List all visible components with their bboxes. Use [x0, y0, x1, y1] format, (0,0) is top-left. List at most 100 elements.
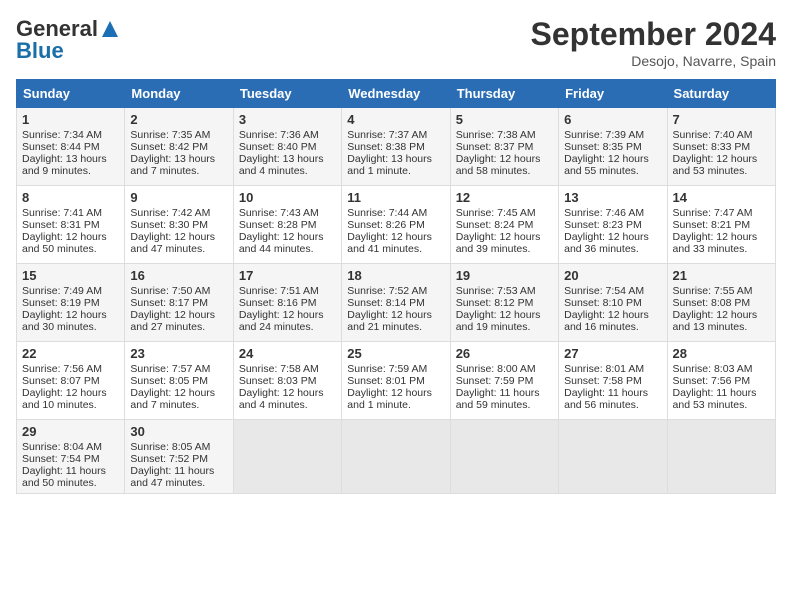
sunset-text: Sunset: 8:16 PM — [239, 297, 317, 309]
daylight-text: Daylight: 12 hours and 33 minutes. — [673, 231, 758, 255]
sunset-text: Sunset: 8:30 PM — [130, 219, 208, 231]
sunrise-text: Sunrise: 7:41 AM — [22, 207, 102, 219]
logo: General Blue — [16, 16, 120, 64]
day-number: 27 — [564, 346, 661, 361]
table-row: 2Sunrise: 7:35 AMSunset: 8:42 PMDaylight… — [125, 108, 233, 186]
table-row: 24 Sunrise: 7:58 AMSunset: 8:03 PMDayligh… — [233, 342, 341, 420]
col-tuesday: Tuesday — [233, 80, 341, 108]
day-number: 30 — [130, 424, 227, 439]
sunrise-text: Sunrise: 7:50 AM — [130, 285, 210, 297]
sunset-text: Sunset: 8:07 PM — [22, 375, 100, 387]
sunrise-text: Sunrise: 7:43 AM — [239, 207, 319, 219]
sunset-text: Sunset: 8:35 PM — [564, 141, 642, 153]
table-row — [559, 420, 667, 494]
daylight-text: Daylight: 13 hours and 1 minute. — [347, 153, 432, 177]
day-number: 1 — [22, 112, 119, 127]
sunset-text: Sunset: 8:23 PM — [564, 219, 642, 231]
day-number: 28 — [673, 346, 770, 361]
sunrise-text: Sunrise: 8:05 AM — [130, 441, 210, 453]
daylight-text: Daylight: 13 hours and 4 minutes. — [239, 153, 324, 177]
table-row: 14Sunrise: 7:47 AMSunset: 8:21 PMDayligh… — [667, 186, 775, 264]
day-number: 18 — [347, 268, 444, 283]
table-row: 30Sunrise: 8:05 AMSunset: 7:52 PMDayligh… — [125, 420, 233, 494]
daylight-text: Daylight: 12 hours and 21 minutes. — [347, 309, 432, 333]
sunrise-text: Sunrise: 7:59 AM — [347, 363, 427, 375]
day-number: 25 — [347, 346, 444, 361]
sunset-text: Sunset: 8:03 PM — [239, 375, 317, 387]
sunrise-text: Sunrise: 7:51 AM — [239, 285, 319, 297]
table-row: 21Sunrise: 7:55 AMSunset: 8:08 PMDayligh… — [667, 264, 775, 342]
daylight-text: Daylight: 12 hours and 13 minutes. — [673, 309, 758, 333]
table-row — [233, 420, 341, 494]
sunrise-text: Sunrise: 8:01 AM — [564, 363, 644, 375]
sunset-text: Sunset: 8:28 PM — [239, 219, 317, 231]
day-number: 15 — [22, 268, 119, 283]
col-wednesday: Wednesday — [342, 80, 450, 108]
daylight-text: Daylight: 12 hours and 27 minutes. — [130, 309, 215, 333]
daylight-text: Daylight: 11 hours and 59 minutes. — [456, 387, 540, 411]
daylight-text: Daylight: 12 hours and 16 minutes. — [564, 309, 649, 333]
table-row: 22Sunrise: 7:56 AMSunset: 8:07 PMDayligh… — [17, 342, 125, 420]
sunset-text: Sunset: 8:19 PM — [22, 297, 100, 309]
daylight-text: Daylight: 12 hours and 30 minutes. — [22, 309, 107, 333]
daylight-text: Daylight: 13 hours and 7 minutes. — [130, 153, 215, 177]
sunrise-text: Sunrise: 8:04 AM — [22, 441, 102, 453]
day-number: 22 — [22, 346, 119, 361]
sunset-text: Sunset: 8:10 PM — [564, 297, 642, 309]
table-row: 27Sunrise: 8:01 AMSunset: 7:58 PMDayligh… — [559, 342, 667, 420]
sunrise-text: Sunrise: 7:57 AM — [130, 363, 210, 375]
sunset-text: Sunset: 8:38 PM — [347, 141, 425, 153]
sunset-text: Sunset: 8:14 PM — [347, 297, 425, 309]
sunrise-text: Sunrise: 7:45 AM — [456, 207, 536, 219]
day-number: 20 — [564, 268, 661, 283]
sunset-text: Sunset: 8:01 PM — [347, 375, 425, 387]
sunrise-text: Sunrise: 7:55 AM — [673, 285, 753, 297]
sunrise-text: Sunrise: 7:53 AM — [456, 285, 536, 297]
sunrise-text: Sunrise: 7:54 AM — [564, 285, 644, 297]
day-number: 7 — [673, 112, 770, 127]
table-row: 28Sunrise: 8:03 AMSunset: 7:56 PMDayligh… — [667, 342, 775, 420]
sunset-text: Sunset: 7:56 PM — [673, 375, 751, 387]
calendar-container: General Blue September 2024 Desojo, Nava… — [0, 0, 792, 504]
sunset-text: Sunset: 7:58 PM — [564, 375, 642, 387]
table-row: 15Sunrise: 7:49 AMSunset: 8:19 PMDayligh… — [17, 264, 125, 342]
sunset-text: Sunset: 8:40 PM — [239, 141, 317, 153]
table-row: 20 Sunrise: 7:54 AMSunset: 8:10 PMDayligh… — [559, 264, 667, 342]
day-number: 17 — [239, 268, 336, 283]
sunrise-text: Sunrise: 7:56 AM — [22, 363, 102, 375]
sunset-text: Sunset: 8:37 PM — [456, 141, 534, 153]
sunrise-text: Sunrise: 7:38 AM — [456, 129, 536, 141]
sunset-text: Sunset: 8:31 PM — [22, 219, 100, 231]
sunrise-text: Sunrise: 7:52 AM — [347, 285, 427, 297]
daylight-text: Daylight: 12 hours and 24 minutes. — [239, 309, 324, 333]
table-row — [667, 420, 775, 494]
table-row: 7Sunrise: 7:40 AMSunset: 8:33 PMDaylight… — [667, 108, 775, 186]
table-row: 23Sunrise: 7:57 AMSunset: 8:05 PMDayligh… — [125, 342, 233, 420]
sunset-text: Sunset: 7:52 PM — [130, 453, 208, 465]
col-friday: Friday — [559, 80, 667, 108]
sunrise-text: Sunrise: 8:00 AM — [456, 363, 536, 375]
table-row: 5Sunrise: 7:38 AMSunset: 8:37 PMDaylight… — [450, 108, 558, 186]
day-number: 29 — [22, 424, 119, 439]
sunrise-text: Sunrise: 7:37 AM — [347, 129, 427, 141]
daylight-text: Daylight: 12 hours and 4 minutes. — [239, 387, 324, 411]
sunrise-text: Sunrise: 7:47 AM — [673, 207, 753, 219]
day-number: 8 — [22, 190, 119, 205]
table-row: 25Sunrise: 7:59 AMSunset: 8:01 PMDayligh… — [342, 342, 450, 420]
col-sunday: Sunday — [17, 80, 125, 108]
day-number: 4 — [347, 112, 444, 127]
sunrise-text: Sunrise: 7:58 AM — [239, 363, 319, 375]
sunrise-text: Sunrise: 7:40 AM — [673, 129, 753, 141]
title-block: September 2024 Desojo, Navarre, Spain — [531, 16, 776, 69]
day-number: 21 — [673, 268, 770, 283]
daylight-text: Daylight: 12 hours and 53 minutes. — [673, 153, 758, 177]
table-row — [342, 420, 450, 494]
table-row: 11Sunrise: 7:44 AMSunset: 8:26 PMDayligh… — [342, 186, 450, 264]
col-monday: Monday — [125, 80, 233, 108]
day-number: 6 — [564, 112, 661, 127]
sunset-text: Sunset: 8:17 PM — [130, 297, 208, 309]
sunrise-text: Sunrise: 8:03 AM — [673, 363, 753, 375]
sunset-text: Sunset: 8:44 PM — [22, 141, 100, 153]
day-number: 24 — [239, 346, 336, 361]
sunset-text: Sunset: 8:26 PM — [347, 219, 425, 231]
